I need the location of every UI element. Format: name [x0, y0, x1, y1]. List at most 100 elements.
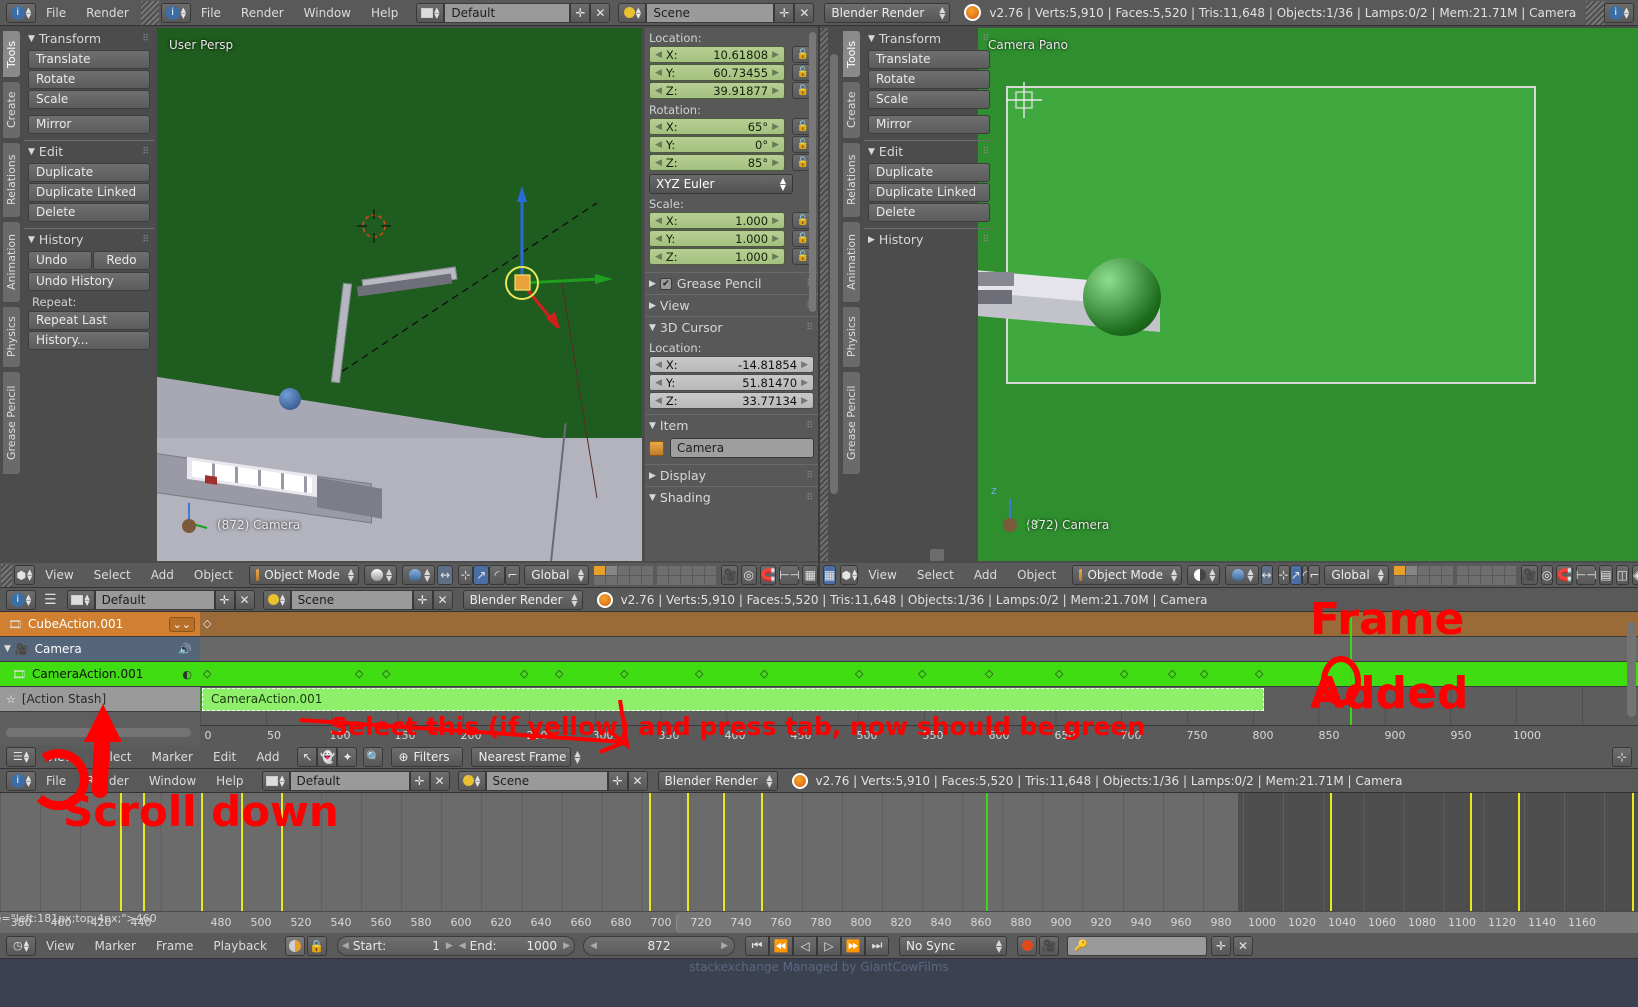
magnify-icon[interactable]: 🔍	[363, 746, 384, 767]
pivot-center-toggle[interactable]: ↔	[437, 565, 453, 585]
panel-history-header[interactable]: ▼ History ⠿	[24, 228, 154, 250]
scene-name-dope[interactable]: Scene	[290, 589, 413, 610]
proportional-edit-icon[interactable]: ◎	[740, 565, 757, 585]
history-dialog-button[interactable]: History...	[28, 331, 150, 350]
keyframe-diamond-icon[interactable]: ◇	[695, 667, 703, 680]
timeline-editor-icon[interactable]: ◷ ▲ ▼	[6, 935, 36, 956]
delete-scene-button[interactable]: ✕	[794, 2, 815, 23]
right-arrow-icon[interactable]: ▶	[563, 941, 570, 951]
next-keyframe-icon[interactable]: ⏩	[841, 935, 865, 956]
render-engine-selector-tl[interactable]: Blender Render ▲ ▼	[657, 770, 778, 791]
checkbox-checked-icon[interactable]: ✔	[659, 277, 672, 290]
vp2-menu-add[interactable]: Add	[964, 565, 1007, 585]
transform-gizmo[interactable]	[475, 168, 625, 328]
keyframe-diamond-icon[interactable]: ◇	[760, 667, 768, 680]
scene-name-tl[interactable]: Scene	[485, 770, 608, 791]
panel-transform-header[interactable]: ▼ Transform ⠿	[24, 28, 154, 49]
render-preview-icon[interactable]: ▦	[802, 565, 819, 585]
scale-manipulator-toggle[interactable]: ⌐	[504, 565, 521, 585]
sidebar-right-item-grease-pencil[interactable]: Grease Pencil	[842, 371, 861, 475]
filters-button[interactable]: ⊕ Filters	[391, 746, 464, 767]
play-reverse-icon[interactable]: ◁	[793, 935, 817, 956]
delete-layout-button-tl[interactable]: ✕	[429, 770, 450, 791]
screen-layout-name[interactable]: Default	[444, 2, 571, 23]
ds-menu-marker[interactable]: Marker	[142, 747, 203, 767]
interaction-mode-selector[interactable]: Object Mode ▲ ▼	[249, 565, 360, 585]
undo-button[interactable]: Undo	[28, 251, 92, 270]
viewport-right-canvas[interactable]: Camera Pano (872) Camera z y	[978, 28, 1638, 561]
scene-name[interactable]: Scene	[646, 2, 775, 23]
keyframe-diamond-icon[interactable]: ◇	[555, 667, 563, 680]
tlh-menu-playback[interactable]: Playback	[203, 936, 277, 956]
add-layout-button-tl[interactable]: ✛	[409, 770, 430, 791]
right-duplicate-button[interactable]: Duplicate	[868, 163, 990, 182]
screen-layout-icon-dope[interactable]: ▲ ▼	[66, 589, 95, 610]
viewport-left-scrollbar[interactable]	[830, 54, 838, 494]
timeline-area[interactable]: 380 400 420 440 data-name="ruler-tick" s…	[0, 793, 1638, 933]
hamburger-menu-icon[interactable]: ☰	[44, 592, 57, 608]
play-icon[interactable]: ▷	[817, 935, 841, 956]
translate-button[interactable]: Translate	[28, 50, 150, 69]
dopesheet-row-camera[interactable]	[200, 637, 1638, 662]
panel-3d-cursor-header[interactable]: ▼ 3D Cursor ⠿	[645, 316, 818, 338]
proportional-edit-icon-right[interactable]: ◎	[1540, 565, 1554, 585]
ghost-icon[interactable]: 👻	[317, 746, 338, 767]
info-editor-icon-timeline[interactable]: i ▲ ▼	[6, 770, 36, 791]
3d-view-editor-icon-right[interactable]: ⬢ ▲ ▼	[840, 565, 859, 585]
timeline-ruler[interactable]: 380 400 420 440 data-name="ruler-tick" s…	[0, 911, 1638, 933]
mirror-button[interactable]: Mirror	[28, 115, 150, 134]
delete-scene-button-dope[interactable]: ✕	[432, 589, 453, 610]
menu-render[interactable]: Render	[231, 3, 294, 23]
layer-grid-2-right[interactable]	[1456, 565, 1516, 585]
channel-row-action-stash[interactable]: ☆ [Action Stash]	[0, 687, 200, 712]
snap-mode-selector[interactable]: Nearest Frame ▲ ▼	[471, 746, 581, 767]
panel-right-history-header[interactable]: ▶ History ⠿	[864, 228, 994, 250]
left-arrow-icon[interactable]: ◀	[342, 941, 349, 951]
rotate-button[interactable]: Rotate	[28, 70, 150, 89]
scale-y-field[interactable]: ◀ Y: 1.000 ▶	[649, 230, 785, 247]
tlh-menu-frame[interactable]: Frame	[146, 936, 203, 956]
transform-orientation-selector-right[interactable]: Global ▲ ▼	[1324, 565, 1389, 585]
sidebar-right-item-animation[interactable]: Animation	[842, 221, 861, 303]
manipulator-toggle-right[interactable]: ⊹	[1277, 565, 1290, 585]
sidebar-item-relations[interactable]: Relations	[2, 142, 21, 218]
sync-mode-selector[interactable]: No Sync ▲ ▼	[899, 935, 1007, 956]
translate-manipulator-toggle-right[interactable]: ↗	[1289, 565, 1302, 585]
playback-controls[interactable]: ⏮ ⏪ ◁ ▷ ⏩ ⏭	[745, 935, 889, 956]
keyframe-diamond-icon[interactable]: ◇	[1120, 667, 1128, 680]
mute-icon[interactable]: 🔊	[178, 643, 192, 656]
keyframe-diamond-icon[interactable]: ◇	[1255, 667, 1263, 680]
panel-display-header[interactable]: ▶ Display ⠿	[645, 464, 818, 486]
ghost-icon[interactable]: ◐	[182, 668, 192, 681]
vp2-menu-select[interactable]: Select	[907, 565, 964, 585]
scene-icon-tl[interactable]: ▲ ▼	[457, 770, 486, 791]
keyframe-diamond-icon[interactable]: ◇	[203, 617, 211, 630]
area-splitter[interactable]	[140, 0, 159, 25]
tl-menu-window[interactable]: Window	[139, 771, 206, 791]
sidebar-right-item-relations[interactable]: Relations	[842, 142, 861, 218]
scale-x-field[interactable]: ◀ X: 1.000 ▶	[649, 212, 785, 229]
corner-widget[interactable]	[1, 563, 12, 587]
scene-selector-tl[interactable]: ▲ ▼ Scene ✛ ✕	[457, 770, 648, 791]
screen-layout-selector[interactable]: ▲ ▼ Default ✛ ✕	[416, 2, 611, 23]
dopesheet-keyframe-region[interactable]: ◇ ◇ ◇ ◇ ◇ ◇ ◇ ◇ ◇ ◇ ◇ ◇ ◇ ◇ ◇ ◇ ◇ Camera…	[200, 612, 1638, 745]
sidebar-item-grease-pencil[interactable]: Grease Pencil	[2, 371, 21, 475]
panel-view-header[interactable]: ▶ View ⠿	[645, 294, 818, 316]
panel-right-transform-header[interactable]: ▼ Transform ⠿	[864, 28, 994, 49]
menu-file[interactable]: File	[191, 3, 231, 23]
ds-menu-add[interactable]: Add	[246, 747, 289, 767]
tl-menu-file[interactable]: File	[36, 771, 76, 791]
rotate-manipulator-toggle[interactable]: ◜	[489, 565, 505, 585]
right-delete-button[interactable]: Delete	[868, 203, 990, 222]
add-layout-button[interactable]: ✛	[570, 2, 591, 23]
keyframe-diamond-icon[interactable]: ◇	[1200, 667, 1208, 680]
area-splitter-vertical[interactable]	[820, 28, 828, 561]
rotation-y-field[interactable]: ◀ Y: 0° ▶	[649, 136, 785, 153]
delete-scene-button-tl[interactable]: ✕	[627, 770, 648, 791]
keyframe-diamond-icon[interactable]: ◇	[918, 667, 926, 680]
rotation-mode-selector[interactable]: XYZ Euler ▲ ▼	[649, 174, 793, 194]
dopesheet-vscrollbar[interactable]	[1627, 622, 1636, 717]
right-scale-button[interactable]: Scale	[868, 90, 990, 109]
screen-layout-selector-tl[interactable]: ▲ ▼ Default ✛ ✕	[261, 770, 450, 791]
scale-button[interactable]: Scale	[28, 90, 150, 109]
